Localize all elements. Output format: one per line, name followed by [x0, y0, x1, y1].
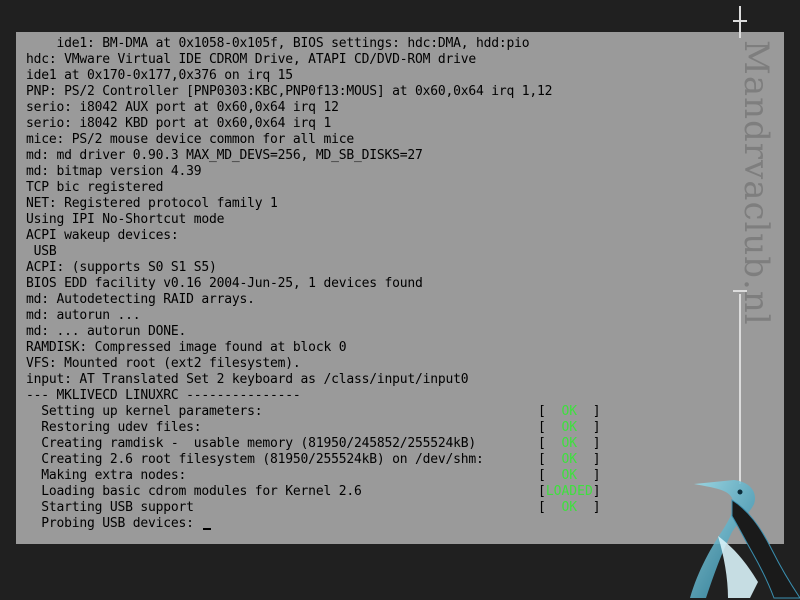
console-line: TCP bic registered	[26, 180, 164, 195]
status-badge: OK	[561, 452, 578, 467]
console-line: serio: i8042 KBD port at 0x60,0x64 irq 1	[26, 116, 332, 131]
prompt-line: Probing USB devices:	[26, 516, 212, 532]
task-status: [ OK ]	[538, 420, 601, 435]
task-line: Setting up kernel parameters:	[26, 404, 263, 419]
watermark-tick-top	[733, 20, 747, 22]
console-line: PNP: PS/2 Controller [PNP0303:KBC,PNP0f1…	[26, 84, 553, 99]
console-line: ACPI wakeup devices:	[26, 228, 179, 243]
console-line: mice: PS/2 mouse device common for all m…	[26, 132, 354, 147]
console-line: md: Autodetecting RAID arrays.	[26, 292, 255, 307]
console-line: --- MKLIVECD LINUXRC ---------------	[26, 388, 301, 403]
watermark-text: Mandrvaclub.nl	[736, 40, 776, 326]
task-status: [LOADED]	[538, 484, 601, 499]
status-badge: OK	[561, 500, 578, 515]
console-line: BIOS EDD facility v0.16 2004-Jun-25, 1 d…	[26, 276, 423, 291]
console-line: NET: Registered protocol family 1	[26, 196, 278, 211]
task-status: [ OK ]	[538, 436, 601, 451]
console-line: md: md driver 0.90.3 MAX_MD_DEVS=256, MD…	[26, 148, 423, 163]
task-line: Starting USB support	[26, 500, 194, 515]
task-line: Loading basic cdrom modules for Kernel 2…	[26, 484, 362, 499]
text-cursor	[203, 528, 212, 530]
task-status: [ OK ]	[538, 404, 601, 419]
status-badge: OK	[561, 436, 578, 451]
console-line: hdc: VMware Virtual IDE CDROM Drive, ATA…	[26, 52, 476, 67]
status-badge: OK	[561, 420, 578, 435]
task-line: Making extra nodes:	[26, 468, 187, 483]
console-line: VFS: Mounted root (ext2 filesystem).	[26, 356, 301, 371]
console-line: serio: i8042 AUX port at 0x60,0x64 irq 1…	[26, 100, 339, 115]
penguin-logo-icon	[690, 480, 800, 599]
console-line: md: ... autorun DONE.	[26, 324, 187, 339]
task-status: [ OK ]	[538, 500, 601, 515]
status-badge: OK	[561, 468, 578, 483]
task-line: Creating 2.6 root filesystem (81950/2555…	[26, 452, 484, 467]
console-line: Using IPI No-Shortcut mode	[26, 212, 225, 227]
console-line: input: AT Translated Set 2 keyboard as /…	[26, 372, 469, 387]
console-line: RAMDISK: Compressed image found at block…	[26, 340, 347, 355]
task-line: Restoring udev files:	[26, 420, 202, 435]
console-line: USB	[26, 244, 57, 259]
console-line: ide1: BM-DMA at 0x1058-0x105f, BIOS sett…	[26, 36, 530, 51]
console-line: md: bitmap version 4.39	[26, 164, 202, 179]
watermark-rule-bottom	[739, 294, 741, 484]
task-status: [ OK ]	[538, 468, 601, 483]
status-badge: LOADED	[545, 484, 593, 499]
boot-console: ide1: BM-DMA at 0x1058-0x105f, BIOS sett…	[16, 32, 784, 544]
watermark-rule-top	[739, 6, 741, 38]
console-line: md: autorun ...	[26, 308, 141, 323]
console-line: ide1 at 0x170-0x177,0x376 on irq 15	[26, 68, 293, 83]
watermark-tick-bottom	[733, 290, 747, 292]
console-line: ACPI: (supports S0 S1 S5)	[26, 260, 217, 275]
task-line: Creating ramdisk - usable memory (81950/…	[26, 436, 476, 451]
task-status: [ OK ]	[538, 452, 601, 467]
status-badge: OK	[561, 404, 578, 419]
prompt-text: Probing USB devices:	[26, 516, 202, 531]
